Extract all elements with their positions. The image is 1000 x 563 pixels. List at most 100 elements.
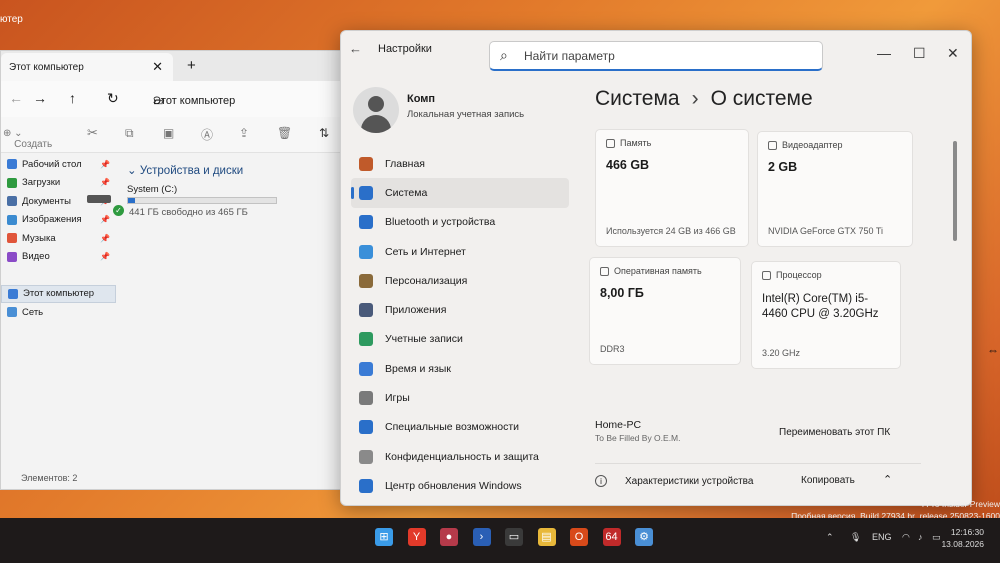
forward-arrow-icon[interactable]: →	[33, 90, 47, 106]
nav-item-label: Время и язык	[385, 362, 451, 375]
copy-button[interactable]: Копировать	[801, 475, 855, 486]
file-explorer-icon[interactable]: ▤	[537, 528, 556, 546]
search-placeholder: Найти параметр	[524, 49, 615, 63]
devices-section-header[interactable]: ⌄ Устройства и диски	[115, 163, 345, 177]
drive-usage-bar	[127, 197, 277, 204]
storage-value: 466 GB	[606, 158, 650, 172]
nav-item[interactable]: Bluetooth и устройства	[351, 208, 569, 237]
explorer-tab[interactable]: Этот компьютер ✕	[1, 53, 173, 81]
sidebar-item-label: Документы	[22, 195, 71, 207]
yandex-browser-icon[interactable]: Y	[407, 528, 426, 546]
battery-icon[interactable]: ▭	[932, 532, 941, 543]
chevron-down-icon: ⌄	[127, 165, 137, 177]
nav-item[interactable]: Учетные записи	[351, 325, 569, 354]
rename-pc-button[interactable]: Переименовать этот ПК	[779, 427, 890, 438]
delete-icon[interactable]: 🗑	[277, 126, 292, 140]
refresh-icon[interactable]: ↻	[107, 90, 119, 107]
sidebar-item[interactable]: Рабочий стол 📌	[1, 155, 116, 174]
share-icon[interactable]: ⇪	[239, 126, 249, 140]
rename-icon[interactable]: Ⓐ	[201, 126, 213, 143]
sidebar-item[interactable]: Видео 📌	[1, 248, 116, 267]
create-button[interactable]: ⊕ Создать ⌄	[3, 128, 52, 150]
up-arrow-icon[interactable]: ↑	[69, 90, 76, 106]
nav-item[interactable]: Главная	[351, 149, 569, 178]
nav-item-icon	[359, 185, 373, 200]
nav-item-icon	[359, 391, 373, 406]
settings-title-bar: ← Настройки	[349, 41, 432, 56]
windows-start-icon[interactable]: ⊞	[375, 528, 393, 546]
device-specs-header[interactable]: i Характеристики устройства	[595, 475, 753, 487]
address-text: Этот компьютер	[153, 95, 236, 107]
folder-icon	[7, 214, 17, 225]
breadcrumb: Система › О системе	[595, 87, 813, 111]
info-icon: i	[595, 475, 607, 487]
nav-item[interactable]: Игры	[351, 383, 569, 412]
settings-gear-icon[interactable]: ⚙	[635, 528, 653, 546]
desktop-window-label: ютер	[0, 14, 23, 25]
aida64-icon[interactable]: 64	[602, 528, 621, 546]
back-arrow-icon[interactable]: ←	[9, 90, 23, 106]
terminal-icon[interactable]: ▭	[505, 528, 523, 546]
back-arrow-icon[interactable]: ←	[349, 41, 362, 56]
nav-item[interactable]: Специальные возможности	[351, 413, 569, 442]
system-clock[interactable]: 12:16:30 13.08.2026	[941, 526, 984, 550]
nav-item[interactable]: Система	[351, 178, 569, 208]
create-label: Создать	[14, 139, 53, 150]
nav-item-label: Система	[385, 186, 428, 199]
sidebar-item-label: Сеть	[22, 306, 44, 318]
sidebar-item-label: Видео	[22, 251, 50, 263]
status-bar-count: Элементов: 2	[21, 473, 78, 483]
volume-icon[interactable]: ♪	[918, 532, 923, 542]
storage-card: Память 466 GB Используется 24 GB из 466 …	[595, 129, 749, 247]
pin-icon: 📌	[100, 252, 110, 262]
explorer-tab-bar: Этот компьютер ✕ +	[1, 51, 344, 81]
taskbar: ⊞ Y ● › ▭ ▤ O 64 ⚙ ⌃ 🎙 ENG ◠ ♪ ▭ 12:16:30 13.08.…	[0, 518, 1000, 563]
sidebar-item[interactable]: Сеть	[1, 303, 116, 322]
language-indicator[interactable]: ENG	[872, 532, 892, 542]
minimize-icon[interactable]: —	[877, 45, 891, 61]
nav-item-icon	[359, 361, 373, 376]
sort-icon[interactable]: ⇅	[319, 126, 329, 140]
paste-icon[interactable]: ▣	[163, 126, 174, 140]
ram-label: Оперативная память	[614, 266, 702, 276]
close-icon[interactable]: ✕	[947, 45, 959, 62]
settings-search-input[interactable]: ⌕ Найти параметр	[489, 41, 823, 71]
avatar-body	[361, 115, 391, 133]
microphone-icon[interactable]: 🎙	[850, 532, 861, 543]
cpu-detail: 3.20 GHz	[762, 348, 801, 358]
maximize-icon[interactable]: ☐	[913, 45, 926, 62]
storage-icon	[606, 138, 615, 148]
new-tab-icon[interactable]: +	[187, 57, 196, 74]
powershell-icon[interactable]: ›	[472, 528, 491, 546]
close-tab-icon[interactable]: ✕	[152, 59, 163, 75]
nav-item[interactable]: Конфиденциальность и защита	[351, 442, 569, 471]
nav-item[interactable]: Центр обновления Windows	[351, 471, 569, 500]
pin-icon: 📌	[100, 159, 110, 169]
breadcrumb-parent[interactable]: Система	[595, 87, 680, 110]
cpu-label: Процессор	[776, 270, 822, 280]
nav-item-label: Приложения	[385, 304, 447, 317]
drive-c-item[interactable]: ✓ System (C:) 441 ГБ свободно из 465 ГБ	[75, 183, 345, 223]
wifi-icon[interactable]: ◠	[902, 532, 910, 543]
cpu-card: Процессор Intel(R) Core(TM) i5-4460 CPU …	[751, 261, 901, 369]
nav-item[interactable]: Время и язык	[351, 354, 569, 383]
sidebar-item[interactable]: Этот компьютер	[1, 284, 116, 303]
office-icon[interactable]: O	[570, 528, 588, 546]
chevron-up-icon[interactable]: ⌃	[883, 473, 892, 486]
sidebar-item[interactable]: Музыка 📌	[1, 229, 116, 248]
scrollbar[interactable]	[953, 141, 957, 241]
media-app-icon[interactable]: ●	[440, 528, 458, 546]
avatar[interactable]	[353, 87, 399, 133]
gpu-value: 2 GB	[768, 160, 798, 174]
address-bar[interactable]: ▭ › Этот компьютер ›	[147, 86, 337, 112]
explorer-command-bar: ⊕ Создать ⌄ ✂ ⧉ ▣ Ⓐ ⇪ 🗑 ⇅	[1, 117, 344, 153]
gpu-label: Видеоадаптер	[782, 140, 843, 150]
nav-item[interactable]: Персонализация	[351, 266, 569, 295]
cut-icon[interactable]: ✂	[87, 125, 98, 141]
chevron-up-icon[interactable]: ⌃	[826, 532, 834, 543]
copy-icon[interactable]: ⧉	[125, 126, 134, 141]
nav-item[interactable]: Приложения	[351, 295, 569, 324]
cpu-value: Intel(R) Core(TM) i5-4460 CPU @ 3.20GHz	[762, 293, 879, 320]
nav-item[interactable]: Сеть и Интернет	[351, 237, 569, 266]
avatar-head	[368, 96, 384, 112]
